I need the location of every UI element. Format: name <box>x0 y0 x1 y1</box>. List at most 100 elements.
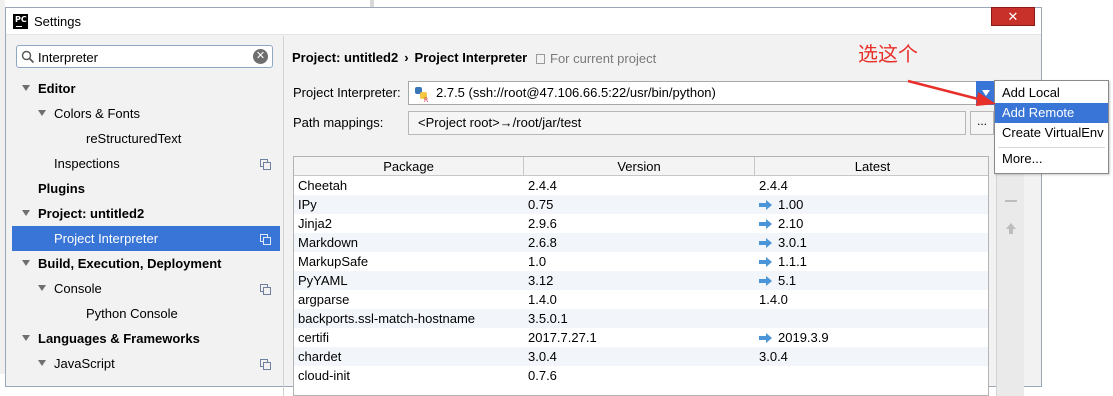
expand-arrow-icon[interactable] <box>22 85 30 91</box>
package-name: backports.ssl-match-hostname <box>298 311 476 326</box>
tree-item[interactable]: Plugins <box>12 176 280 201</box>
latest-version-text: 3.0.1 <box>778 235 807 250</box>
expand-arrow-icon[interactable] <box>22 260 30 266</box>
table-header: Package Version Latest <box>294 157 988 176</box>
package-version: 2017.7.27.1 <box>528 330 597 345</box>
package-latest: 2.10 <box>759 214 987 233</box>
package-latest: 2019.3.9 <box>759 328 987 347</box>
tree-item[interactable]: Languages & Frameworks <box>12 326 280 351</box>
tree-item[interactable]: Build, Execution, Deployment <box>12 251 280 276</box>
tree-item[interactable]: Editor <box>12 76 280 101</box>
package-version: 2.4.4 <box>528 178 557 193</box>
table-row[interactable]: argparse 1.4.0 1.4.0 <box>294 290 988 309</box>
tree-item[interactable]: Inspections <box>12 151 280 176</box>
tree-item-label: Colors & Fonts <box>54 106 140 121</box>
expand-arrow-icon[interactable] <box>38 285 46 291</box>
tree-item[interactable]: Project: untitled2 <box>12 201 280 226</box>
breadcrumb-page: Project Interpreter <box>414 50 528 65</box>
latest-version-text: 3.0.4 <box>759 349 788 364</box>
background-area <box>1044 0 1113 374</box>
tree-item-label: JavaScript <box>54 356 115 371</box>
path-mappings-browse-button[interactable]: ... <box>970 111 994 135</box>
tree-item-label: Build, Execution, Deployment <box>38 256 222 271</box>
latest-version-text: 1.4.0 <box>759 292 788 307</box>
expand-arrow-icon[interactable] <box>38 110 46 116</box>
expand-arrow-icon[interactable] <box>22 335 30 341</box>
package-version: 2.9.6 <box>528 216 557 231</box>
table-row[interactable]: certifi 2017.7.27.1 2019.3.9 <box>294 328 988 347</box>
latest-version-text: 5.1 <box>778 273 797 288</box>
package-version: 2.6.8 <box>528 235 557 250</box>
tree-item[interactable]: Console <box>12 276 280 301</box>
table-row[interactable]: Cheetah 2.4.4 2.4.4 <box>294 176 988 195</box>
package-latest: 1.4.0 <box>759 290 987 309</box>
table-row[interactable]: Jinja2 2.9.6 2.10 <box>294 214 988 233</box>
package-name: IPy <box>298 197 317 212</box>
tree-item-label: Project: untitled2 <box>38 206 145 221</box>
close-button[interactable]: ✕ <box>991 7 1035 26</box>
tree-item[interactable]: Colors & Fonts <box>12 101 280 126</box>
path-mappings-label: Path mappings: <box>293 115 384 130</box>
panel-splitter[interactable] <box>283 36 284 396</box>
tree-item-label: Python Console <box>86 306 178 321</box>
settings-search[interactable]: ✕ <box>16 45 273 68</box>
table-row[interactable]: IPy 0.75 1.00 <box>294 195 988 214</box>
project-settings-icon <box>260 234 271 245</box>
latest-version-text: 1.00 <box>778 197 804 212</box>
table-row[interactable]: chardet 3.0.4 3.0.4 <box>294 347 988 366</box>
pycharm-logo-icon: PC <box>13 14 28 29</box>
expand-arrow-icon[interactable] <box>22 210 30 216</box>
package-latest: 1.00 <box>759 195 987 214</box>
interpreter-value: 2.7.5 (ssh://root@47.106.66.5:22/usr/bin… <box>436 85 716 100</box>
package-version: 3.0.4 <box>528 349 557 364</box>
title-bar: PC Settings ✕ <box>6 7 1041 35</box>
upgrade-icon[interactable] <box>1006 223 1016 235</box>
upgrade-available-icon <box>759 200 772 210</box>
tree-item[interactable]: Project Interpreter <box>12 226 280 251</box>
tree-item[interactable]: Python Console <box>12 301 280 326</box>
package-version: 0.7.6 <box>528 368 557 383</box>
breadcrumb-project: Project: untitled2 <box>292 50 399 65</box>
table-row[interactable]: cloud-init 0.7.6 <box>294 366 988 385</box>
packages-table: Package Version Latest Cheetah 2.4.4 2.4.4… <box>293 156 989 396</box>
tree-item-label: Console <box>54 281 102 296</box>
column-header-version[interactable]: Version <box>524 157 755 176</box>
table-row[interactable]: Markdown 2.6.8 3.0.1 <box>294 233 988 252</box>
package-name: MarkupSafe <box>298 254 369 269</box>
menu-item[interactable]: More... <box>995 149 1108 169</box>
path-mappings-field[interactable]: <Project root>→/root/jar/test <box>408 111 966 135</box>
column-header-latest[interactable]: Latest <box>755 157 988 176</box>
table-row[interactable]: PyYAML 3.12 5.1 <box>294 271 988 290</box>
menu-item[interactable]: Create VirtualEnv <box>995 123 1108 143</box>
package-latest <box>759 309 987 328</box>
expand-arrow-icon[interactable] <box>38 360 46 366</box>
annotation-arrow <box>907 79 996 106</box>
package-latest <box>759 366 987 385</box>
package-name: certifi <box>298 330 330 345</box>
upgrade-available-icon <box>759 257 772 267</box>
scope-hint: For current project <box>536 51 656 66</box>
table-row[interactable]: MarkupSafe 1.0 1.1.1 <box>294 252 988 271</box>
table-row[interactable]: backports.ssl-match-hostname 3.5.0.1 <box>294 309 988 328</box>
add-interpreter-menu: Add Local Add Remote Create VirtualEnv More… <box>994 80 1109 174</box>
project-scope-icon <box>536 54 545 64</box>
tree-item[interactable]: JavaScript <box>12 351 280 376</box>
breadcrumb-separator: › <box>404 50 409 65</box>
package-name: Markdown <box>298 235 358 250</box>
package-name: Cheetah <box>298 178 348 193</box>
package-latest: 3.0.4 <box>759 347 987 366</box>
menu-item[interactable]: Add Local <box>995 83 1108 103</box>
package-name: argparse <box>298 292 350 307</box>
package-version: 3.5.0.1 <box>528 311 568 326</box>
clear-search-icon[interactable]: ✕ <box>253 49 268 64</box>
menu-item[interactable]: Add Remote <box>995 103 1108 123</box>
window-title: Settings <box>34 14 81 29</box>
package-version: 0.75 <box>528 197 554 212</box>
tree-item[interactable]: reStructuredText <box>12 126 280 151</box>
column-header-package[interactable]: Package <box>294 157 524 176</box>
uninstall-icon[interactable] <box>1005 200 1017 202</box>
upgrade-available-icon <box>759 333 772 343</box>
project-settings-icon <box>260 359 271 370</box>
latest-version-text: 2.4.4 <box>759 178 788 193</box>
search-input[interactable] <box>38 48 248 66</box>
